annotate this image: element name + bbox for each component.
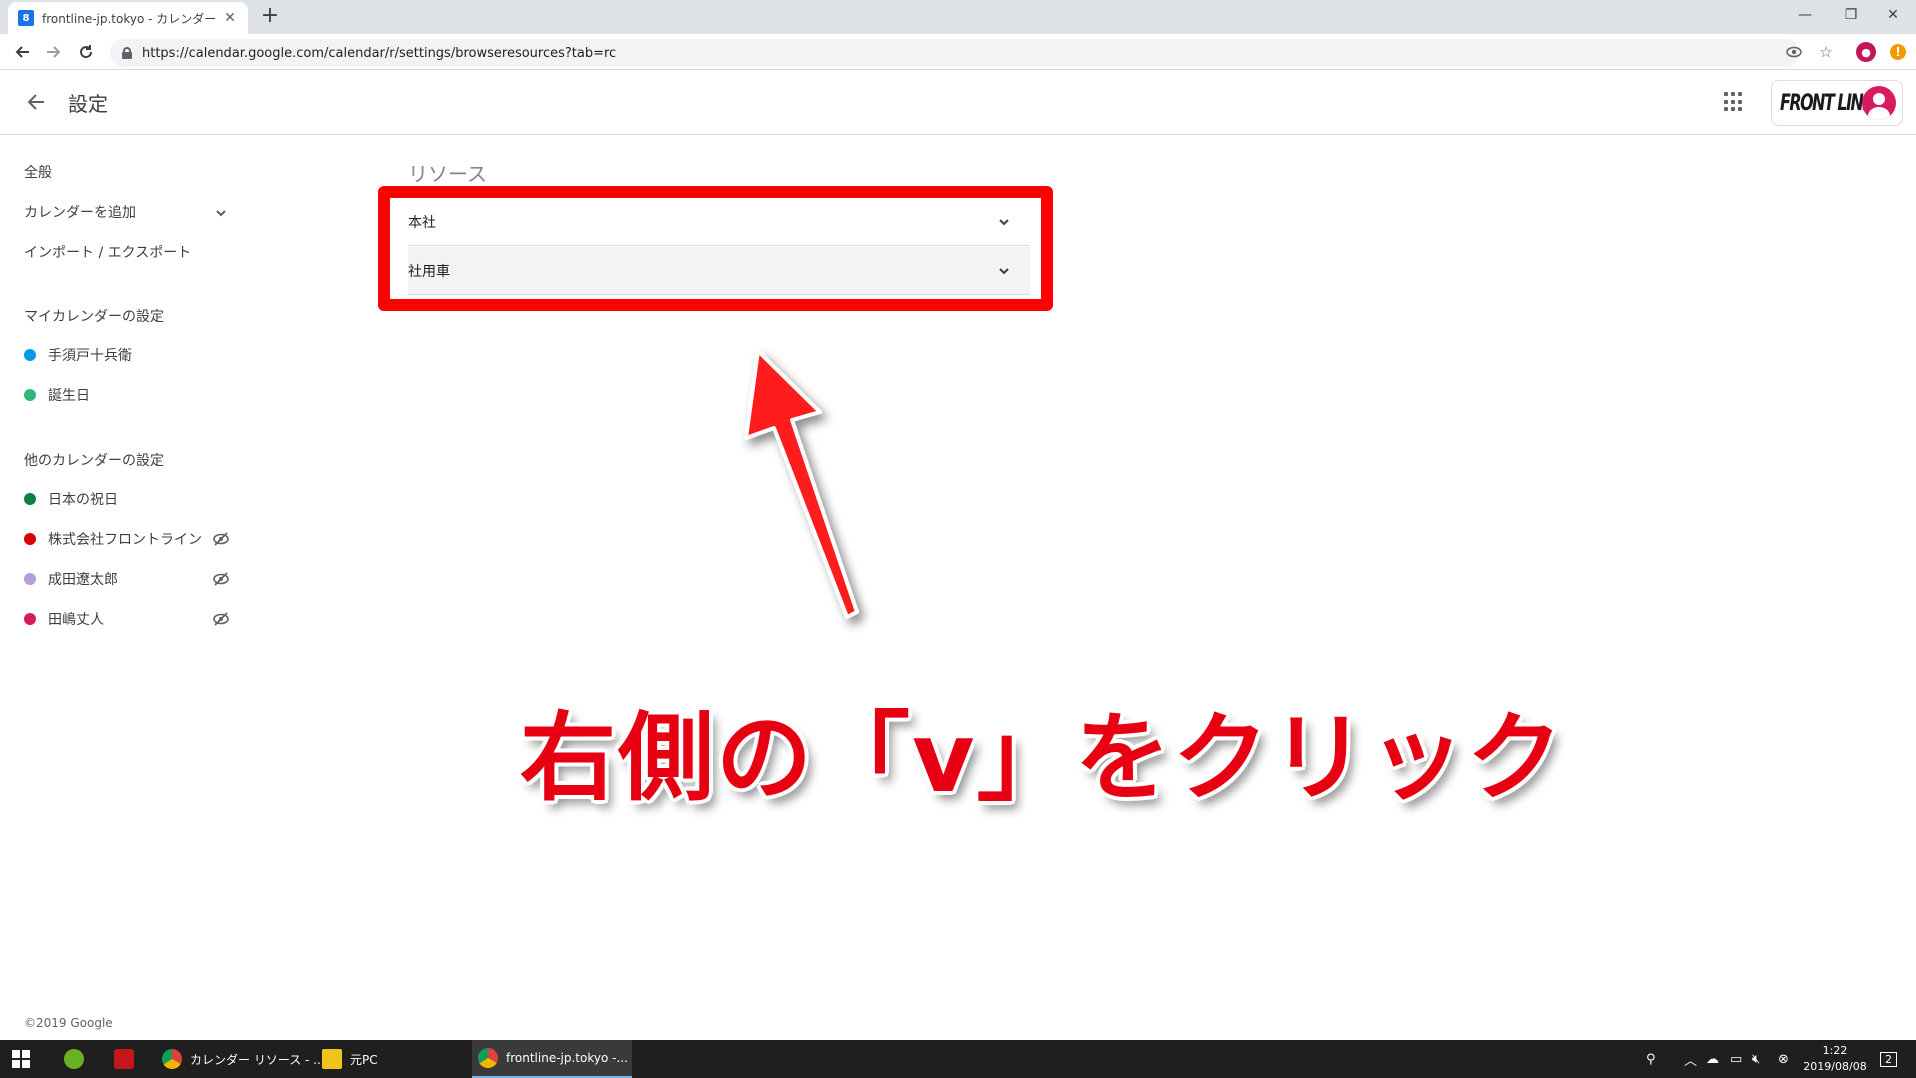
restore-icon[interactable]: ❐ (1828, 0, 1874, 30)
visibility-off-icon[interactable] (212, 610, 230, 628)
sidebar-item-import-export[interactable]: インポート / エクスポート (24, 242, 191, 262)
network-icon[interactable]: ▭ (1730, 1040, 1742, 1078)
copyright: ©2019 Google (24, 1016, 113, 1030)
address-bar[interactable]: https://calendar.google.com/calendar/r/s… (110, 39, 1800, 67)
app-green-icon (64, 1049, 84, 1069)
taskbar-clock[interactable]: 1:22 2019/08/08 (1800, 1043, 1870, 1075)
taskbar-label: frontline-jp.tokyo -... (506, 1051, 628, 1065)
sidebar-item-add-calendar[interactable]: カレンダーを追加 (24, 202, 136, 222)
sidebar-item-other-calendar[interactable]: 田嶋丈人 (24, 608, 234, 630)
status-x-icon[interactable]: ⊗ (1778, 1040, 1789, 1078)
forward-nav-icon[interactable] (40, 38, 68, 66)
other-calendars-heading: 他のカレンダーの設定 (24, 453, 164, 469)
front-line-logo: FRONT LINE (1780, 90, 1873, 116)
calendar-name: 誕生日 (48, 388, 90, 404)
minimize-icon[interactable]: — (1782, 0, 1828, 30)
folder-icon (322, 1049, 342, 1069)
calendar-name: 手須戸十兵衛 (48, 348, 132, 364)
calendar-favicon-icon: 8 (18, 10, 34, 26)
browser-tab[interactable]: 8 frontline-jp.tokyo - カレンダー - リソ ✕ (8, 2, 248, 34)
new-tab-button[interactable]: + (258, 4, 282, 28)
settings-header: 設定 FRONT LINE (0, 70, 1916, 135)
chrome-icon (478, 1048, 498, 1068)
taskbar-app-chrome-frontline[interactable]: frontline-jp.tokyo -... (472, 1040, 632, 1078)
taskbar-app-acrobat[interactable] (108, 1040, 148, 1078)
highlight-box (378, 186, 1053, 311)
chrome-icon (162, 1049, 182, 1069)
onedrive-icon[interactable]: ☁ (1706, 1040, 1719, 1078)
account-avatar-icon[interactable] (1862, 86, 1896, 120)
lock-icon (122, 47, 132, 59)
people-icon[interactable]: ⚲ (1646, 1040, 1656, 1078)
calendar-color-dot (24, 349, 36, 361)
profile-avatar-icon[interactable]: ● (1856, 42, 1876, 62)
calendar-name: 株式会社フロントライン (48, 532, 202, 548)
visibility-off-icon[interactable] (212, 570, 230, 588)
taskbar-app-green[interactable] (58, 1040, 98, 1078)
windows-taskbar: カレンダー リソース - ... 元PC frontline-jp.tokyo … (0, 1040, 1916, 1078)
sidebar-item-general[interactable]: 全般 (24, 162, 52, 182)
url-text: https://calendar.google.com/calendar/r/s… (142, 45, 617, 61)
back-arrow-icon[interactable] (20, 86, 52, 118)
calendar-name: 日本の祝日 (48, 492, 118, 508)
my-calendars-heading: マイカレンダーの設定 (24, 309, 164, 325)
calendar-color-dot (24, 533, 36, 545)
sidebar-item-other-calendar[interactable]: 日本の祝日 (24, 488, 234, 510)
calendar-color-dot (24, 493, 36, 505)
acrobat-icon (114, 1049, 134, 1069)
tray-expand-icon[interactable]: ︿ (1684, 1040, 1697, 1078)
google-apps-icon[interactable] (1724, 92, 1744, 112)
taskbar-label: 元PC (350, 1052, 378, 1067)
account-switcher[interactable]: FRONT LINE (1771, 80, 1903, 126)
chevron-down-icon[interactable] (214, 206, 228, 220)
sidebar-item-other-calendar[interactable]: 株式会社フロントライン (24, 528, 234, 550)
taskbar-app-folder[interactable]: 元PC (316, 1040, 456, 1078)
bookmark-star-icon[interactable]: ☆ (1816, 42, 1836, 62)
visibility-off-icon[interactable] (212, 530, 230, 548)
calendar-name: 成田遼太郎 (48, 572, 118, 588)
instruction-caption: 右側の「v」をクリック (520, 702, 1565, 814)
reload-icon[interactable] (72, 38, 100, 66)
notifications-icon[interactable]: 2 (1880, 1040, 1897, 1078)
back-nav-icon[interactable] (8, 38, 36, 66)
calendar-color-dot (24, 389, 36, 401)
calendar-color-dot (24, 573, 36, 585)
clock-date: 2019/08/08 (1803, 1060, 1867, 1073)
eye-icon[interactable] (1784, 42, 1804, 62)
clock-time: 1:22 (1822, 1044, 1848, 1057)
notification-count: 2 (1880, 1051, 1897, 1067)
taskbar-app-chrome-calendar[interactable]: カレンダー リソース - ... (156, 1040, 325, 1078)
sidebar-item-my-calendar[interactable]: 手須戸十兵衛 (24, 344, 234, 366)
browser-toolbar: https://calendar.google.com/calendar/r/s… (0, 34, 1916, 70)
sidebar-item-my-calendar[interactable]: 誕生日 (24, 384, 234, 406)
calendar-name: 田嶋丈人 (48, 612, 104, 628)
resources-heading: リソース (408, 162, 487, 186)
windows-start-icon[interactable] (12, 1050, 30, 1068)
page-title: 設定 (68, 92, 108, 116)
pointer-arrow (744, 349, 859, 619)
alert-icon[interactable]: ! (1890, 44, 1906, 60)
tab-title: frontline-jp.tokyo - カレンダー - リソ (42, 11, 216, 26)
tab-close-icon[interactable]: ✕ (222, 10, 238, 26)
volume-muted-icon[interactable]: 🔇︎ (1752, 1040, 1760, 1078)
browser-tab-strip: 8 frontline-jp.tokyo - カレンダー - リソ ✕ + — … (0, 0, 1916, 34)
calendar-color-dot (24, 613, 36, 625)
taskbar-label: カレンダー リソース - ... (190, 1052, 325, 1067)
sidebar-item-other-calendar[interactable]: 成田遼太郎 (24, 568, 234, 590)
window-close-icon[interactable]: ✕ (1870, 0, 1916, 30)
